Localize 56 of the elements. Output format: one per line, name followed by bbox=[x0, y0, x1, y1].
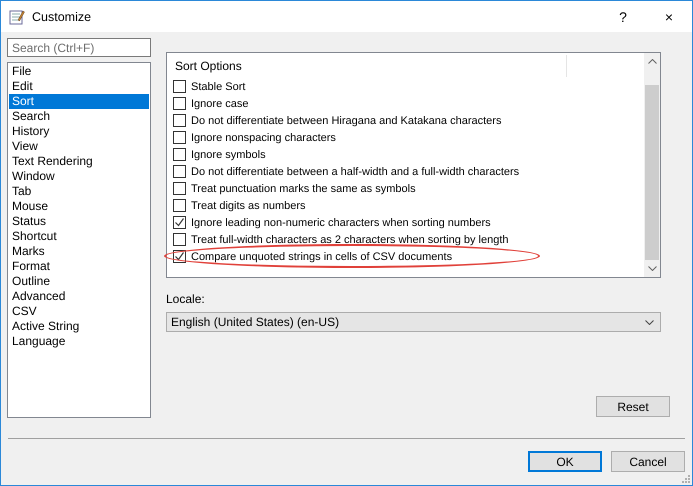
notepad-icon bbox=[9, 8, 25, 24]
option-label: Treat digits as numbers bbox=[191, 200, 306, 212]
option-label: Treat punctuation marks the same as symbols bbox=[191, 182, 416, 194]
category-item[interactable]: Text Rendering bbox=[9, 154, 149, 169]
option-label: Ignore symbols bbox=[191, 148, 266, 160]
category-item[interactable]: Tab bbox=[9, 184, 149, 199]
close-button[interactable]: × bbox=[646, 1, 692, 32]
option-label: Treat full-width characters as 2 characters when sorting by length bbox=[191, 234, 509, 246]
reset-button[interactable]: Reset bbox=[596, 396, 670, 417]
checkbox[interactable] bbox=[173, 233, 186, 246]
scroll-down-icon[interactable] bbox=[648, 266, 656, 272]
category-item[interactable]: Edit bbox=[9, 79, 149, 94]
category-item[interactable]: Active String bbox=[9, 319, 149, 334]
category-item[interactable]: Sort bbox=[9, 94, 149, 109]
locale-dropdown[interactable]: English (United States) (en-US) bbox=[166, 312, 661, 332]
checkbox[interactable] bbox=[173, 182, 186, 195]
option-label: Do not differentiate between Hiragana and Katakana characters bbox=[191, 114, 502, 126]
checkbox[interactable] bbox=[173, 97, 186, 110]
category-item[interactable]: Outline bbox=[9, 274, 149, 289]
category-item[interactable]: Advanced bbox=[9, 289, 149, 304]
checkbox[interactable] bbox=[173, 216, 186, 229]
checkbox[interactable] bbox=[173, 80, 186, 93]
category-item[interactable]: CSV bbox=[9, 304, 149, 319]
category-item[interactable]: History bbox=[9, 124, 149, 139]
category-item[interactable]: Window bbox=[9, 169, 149, 184]
option-label: Stable Sort bbox=[191, 80, 246, 92]
category-item[interactable]: View bbox=[9, 139, 149, 154]
option-label: Ignore leading non-numeric characters when sorting numbers bbox=[191, 216, 491, 228]
option-label: Do not differentiate between a half-width and a full-width characters bbox=[191, 166, 520, 178]
locale-label: Locale: bbox=[166, 292, 206, 306]
checkbox[interactable] bbox=[173, 114, 186, 127]
cancel-button[interactable]: Cancel bbox=[611, 451, 685, 472]
checkbox[interactable] bbox=[173, 165, 186, 178]
category-item[interactable]: Search bbox=[9, 109, 149, 124]
scroll-up-icon[interactable] bbox=[648, 58, 656, 64]
search-field[interactable]: Search (Ctrl+F) bbox=[7, 38, 151, 57]
category-item[interactable]: File bbox=[9, 64, 149, 79]
category-item[interactable]: Marks bbox=[9, 244, 149, 259]
option-label: Compare unquoted strings in cells of CSV documents bbox=[191, 250, 452, 262]
column-header: Sort Options bbox=[174, 58, 242, 72]
category-item[interactable]: Status bbox=[9, 214, 149, 229]
option-label: Ignore nonspacing characters bbox=[191, 132, 336, 144]
option-label: Ignore case bbox=[191, 98, 248, 110]
scrollbar[interactable] bbox=[644, 53, 660, 277]
checkbox[interactable] bbox=[173, 131, 186, 144]
checkbox[interactable] bbox=[173, 148, 186, 161]
category-item[interactable]: Shortcut bbox=[9, 229, 149, 244]
checkbox[interactable] bbox=[173, 250, 186, 263]
category-item[interactable]: Mouse bbox=[9, 199, 149, 214]
resize-grip-icon[interactable] bbox=[681, 474, 691, 484]
window-title: Customize bbox=[32, 10, 92, 24]
help-button[interactable]: ? bbox=[600, 1, 646, 32]
ok-button[interactable]: OK bbox=[528, 451, 602, 472]
checkbox[interactable] bbox=[173, 199, 186, 212]
category-item[interactable]: Language bbox=[9, 334, 149, 349]
category-item[interactable]: Format bbox=[9, 259, 149, 274]
